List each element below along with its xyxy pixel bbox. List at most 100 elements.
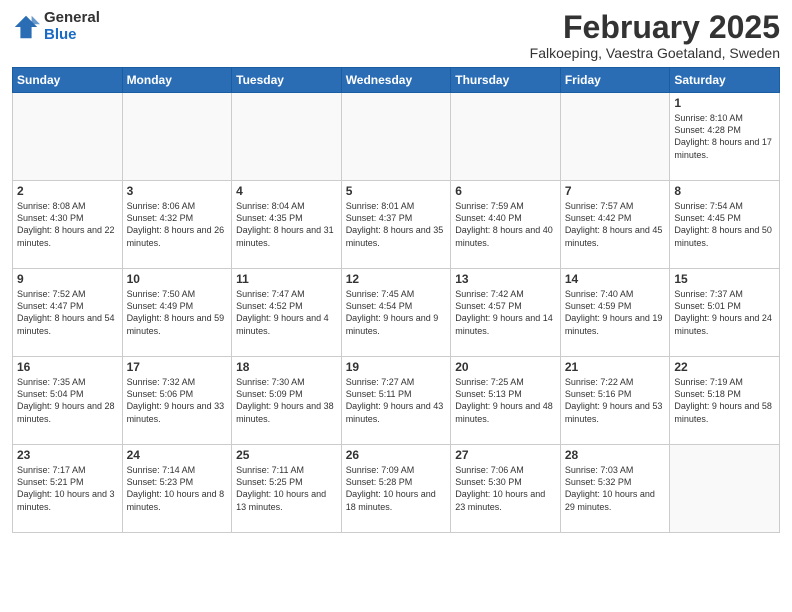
day-info: Sunrise: 7:17 AM Sunset: 5:21 PM Dayligh… <box>17 464 118 513</box>
day-number: 8 <box>674 184 775 198</box>
day-info: Sunrise: 7:35 AM Sunset: 5:04 PM Dayligh… <box>17 376 118 425</box>
calendar-cell: 24 Sunrise: 7:14 AM Sunset: 5:23 PM Dayli… <box>122 445 232 533</box>
calendar-cell: 22Sunrise: 7:19 AM Sunset: 5:18 PM Dayli… <box>670 357 780 445</box>
calendar-cell: 15 Sunrise: 7:37 AM Sunset: 5:01 PM Dayli… <box>670 269 780 357</box>
calendar-week-row: 1Sunrise: 8:10 AM Sunset: 4:28 PM Daylig… <box>13 93 780 181</box>
calendar-cell: 23 Sunrise: 7:17 AM Sunset: 5:21 PM Dayli… <box>13 445 123 533</box>
day-info: Sunrise: 7:14 AM Sunset: 5:23 PM Dayligh… <box>127 464 228 513</box>
calendar-cell: 17 Sunrise: 7:32 AM Sunset: 5:06 PM Dayli… <box>122 357 232 445</box>
day-number: 27 <box>455 448 556 462</box>
day-info: Sunrise: 7:45 AM Sunset: 4:54 PM Dayligh… <box>346 288 447 337</box>
page-container: General Blue February 2025 Falkoeping, V… <box>0 0 792 612</box>
calendar-cell: 13Sunrise: 7:42 AM Sunset: 4:57 PM Dayli… <box>451 269 561 357</box>
day-info: Sunrise: 7:50 AM Sunset: 4:49 PM Dayligh… <box>127 288 228 337</box>
logo-icon <box>12 13 40 41</box>
day-number: 3 <box>127 184 228 198</box>
day-info: Sunrise: 8:04 AM Sunset: 4:35 PM Dayligh… <box>236 200 337 249</box>
day-number: 20 <box>455 360 556 374</box>
title-block: February 2025 Falkoeping, Vaestra Goetal… <box>530 10 780 61</box>
day-number: 11 <box>236 272 337 286</box>
day-info: Sunrise: 7:09 AM Sunset: 5:28 PM Dayligh… <box>346 464 447 513</box>
day-number: 15 <box>674 272 775 286</box>
day-info: Sunrise: 7:54 AM Sunset: 4:45 PM Dayligh… <box>674 200 775 249</box>
day-number: 24 <box>127 448 228 462</box>
day-number: 14 <box>565 272 666 286</box>
day-number: 18 <box>236 360 337 374</box>
logo-general-text: General <box>44 10 100 27</box>
calendar-body: 1Sunrise: 8:10 AM Sunset: 4:28 PM Daylig… <box>13 93 780 533</box>
calendar-cell: 10 Sunrise: 7:50 AM Sunset: 4:49 PM Dayli… <box>122 269 232 357</box>
header-sunday: Sunday <box>13 68 123 93</box>
day-number: 21 <box>565 360 666 374</box>
day-info: Sunrise: 7:25 AM Sunset: 5:13 PM Dayligh… <box>455 376 556 425</box>
header-saturday: Saturday <box>670 68 780 93</box>
logo: General Blue <box>12 10 100 43</box>
day-info: Sunrise: 7:37 AM Sunset: 5:01 PM Dayligh… <box>674 288 775 337</box>
day-number: 10 <box>127 272 228 286</box>
header-tuesday: Tuesday <box>232 68 342 93</box>
calendar-cell: 20 Sunrise: 7:25 AM Sunset: 5:13 PM Dayli… <box>451 357 561 445</box>
calendar-cell: 8 Sunrise: 7:54 AM Sunset: 4:45 PM Daylig… <box>670 181 780 269</box>
day-number: 6 <box>455 184 556 198</box>
day-number: 9 <box>17 272 118 286</box>
day-info: Sunrise: 7:06 AM Sunset: 5:30 PM Dayligh… <box>455 464 556 513</box>
month-title: February 2025 <box>530 10 780 45</box>
calendar-cell: 4 Sunrise: 8:04 AM Sunset: 4:35 PM Daylig… <box>232 181 342 269</box>
calendar-cell: 16 Sunrise: 7:35 AM Sunset: 5:04 PM Dayli… <box>13 357 123 445</box>
weekday-header-row: Sunday Monday Tuesday Wednesday Thursday… <box>13 68 780 93</box>
calendar-cell: 19 Sunrise: 7:27 AM Sunset: 5:11 PM Dayli… <box>341 357 451 445</box>
calendar-cell: 7Sunrise: 7:57 AM Sunset: 4:42 PM Daylig… <box>560 181 670 269</box>
calendar-cell <box>670 445 780 533</box>
day-info: Sunrise: 7:32 AM Sunset: 5:06 PM Dayligh… <box>127 376 228 425</box>
day-info: Sunrise: 7:03 AM Sunset: 5:32 PM Dayligh… <box>565 464 666 513</box>
day-number: 19 <box>346 360 447 374</box>
day-info: Sunrise: 7:30 AM Sunset: 5:09 PM Dayligh… <box>236 376 337 425</box>
calendar-cell: 27 Sunrise: 7:06 AM Sunset: 5:30 PM Dayli… <box>451 445 561 533</box>
day-info: Sunrise: 7:11 AM Sunset: 5:25 PM Dayligh… <box>236 464 337 513</box>
calendar-week-row: 23 Sunrise: 7:17 AM Sunset: 5:21 PM Dayli… <box>13 445 780 533</box>
calendar-cell: 26 Sunrise: 7:09 AM Sunset: 5:28 PM Dayli… <box>341 445 451 533</box>
calendar-week-row: 2 Sunrise: 8:08 AM Sunset: 4:30 PM Daylig… <box>13 181 780 269</box>
calendar-cell <box>13 93 123 181</box>
calendar-cell: 3 Sunrise: 8:06 AM Sunset: 4:32 PM Daylig… <box>122 181 232 269</box>
calendar-cell: 28 Sunrise: 7:03 AM Sunset: 5:32 PM Dayli… <box>560 445 670 533</box>
day-number: 23 <box>17 448 118 462</box>
day-info: Sunrise: 7:42 AM Sunset: 4:57 PM Dayligh… <box>455 288 556 337</box>
day-number: 17 <box>127 360 228 374</box>
logo-text: General Blue <box>44 10 100 43</box>
calendar-cell: 11 Sunrise: 7:47 AM Sunset: 4:52 PM Dayli… <box>232 269 342 357</box>
day-info: Sunrise: 8:06 AM Sunset: 4:32 PM Dayligh… <box>127 200 228 249</box>
location: Falkoeping, Vaestra Goetaland, Sweden <box>530 45 780 61</box>
day-info: Sunrise: 8:01 AM Sunset: 4:37 PM Dayligh… <box>346 200 447 249</box>
day-info: Sunrise: 7:59 AM Sunset: 4:40 PM Dayligh… <box>455 200 556 249</box>
calendar-cell: 14Sunrise: 7:40 AM Sunset: 4:59 PM Dayli… <box>560 269 670 357</box>
calendar-cell: 2 Sunrise: 8:08 AM Sunset: 4:30 PM Daylig… <box>13 181 123 269</box>
day-info: Sunrise: 7:57 AM Sunset: 4:42 PM Dayligh… <box>565 200 666 249</box>
calendar-cell: 9 Sunrise: 7:52 AM Sunset: 4:47 PM Daylig… <box>13 269 123 357</box>
calendar-cell <box>232 93 342 181</box>
day-info: Sunrise: 7:22 AM Sunset: 5:16 PM Dayligh… <box>565 376 666 425</box>
logo-blue-text: Blue <box>44 27 100 44</box>
day-number: 16 <box>17 360 118 374</box>
day-number: 26 <box>346 448 447 462</box>
day-info: Sunrise: 7:27 AM Sunset: 5:11 PM Dayligh… <box>346 376 447 425</box>
day-info: Sunrise: 7:47 AM Sunset: 4:52 PM Dayligh… <box>236 288 337 337</box>
calendar-cell <box>122 93 232 181</box>
calendar-cell: 6 Sunrise: 7:59 AM Sunset: 4:40 PM Daylig… <box>451 181 561 269</box>
header-friday: Friday <box>560 68 670 93</box>
day-number: 2 <box>17 184 118 198</box>
calendar-cell: 5 Sunrise: 8:01 AM Sunset: 4:37 PM Daylig… <box>341 181 451 269</box>
day-number: 4 <box>236 184 337 198</box>
calendar-cell: 1Sunrise: 8:10 AM Sunset: 4:28 PM Daylig… <box>670 93 780 181</box>
calendar-week-row: 16 Sunrise: 7:35 AM Sunset: 5:04 PM Dayli… <box>13 357 780 445</box>
day-number: 5 <box>346 184 447 198</box>
header-monday: Monday <box>122 68 232 93</box>
day-info: Sunrise: 7:52 AM Sunset: 4:47 PM Dayligh… <box>17 288 118 337</box>
day-info: Sunrise: 8:08 AM Sunset: 4:30 PM Dayligh… <box>17 200 118 249</box>
calendar-cell <box>451 93 561 181</box>
header-wednesday: Wednesday <box>341 68 451 93</box>
day-number: 28 <box>565 448 666 462</box>
calendar-cell: 21 Sunrise: 7:22 AM Sunset: 5:16 PM Dayli… <box>560 357 670 445</box>
day-info: Sunrise: 7:19 AM Sunset: 5:18 PM Dayligh… <box>674 376 775 425</box>
day-number: 1 <box>674 96 775 110</box>
